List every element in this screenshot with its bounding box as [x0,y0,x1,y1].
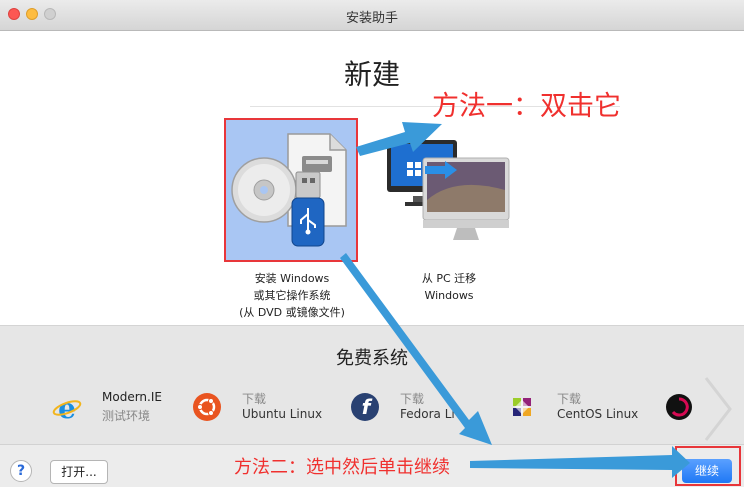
arrow-diagonal [340,253,492,445]
method1-annotation: 方法一：双击它 [432,91,621,122]
annotation-arrows [340,122,690,478]
method2-annotation: 方法二：选中然后单击继续 [234,457,450,478]
arrow-to-method1 [356,122,442,156]
installation-assistant-window: 安装助手 新建 安装 Windows 或其它操作系统 (从 DVD 或镜像文件)… [0,0,744,487]
arrow-to-continue [470,446,690,478]
